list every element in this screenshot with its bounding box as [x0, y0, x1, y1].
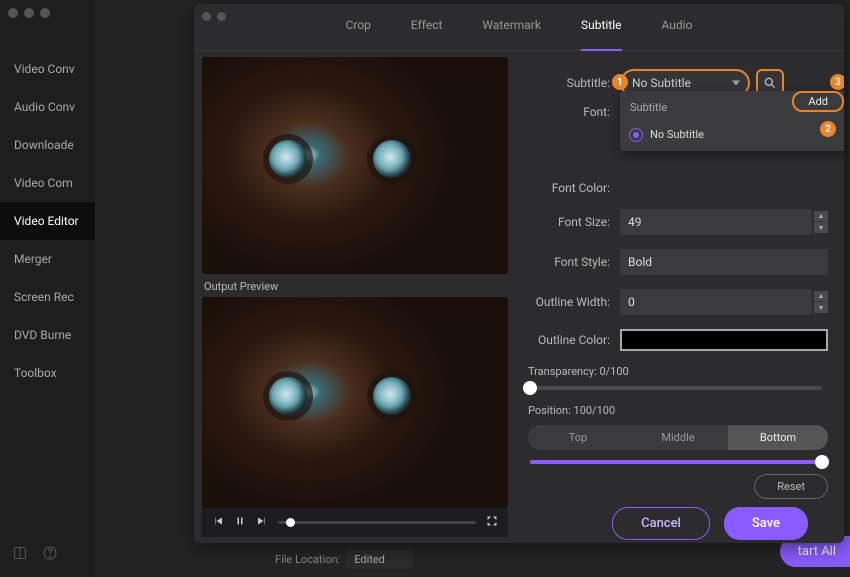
dropdown-option-label: No Subtitle: [650, 128, 704, 141]
add-subtitle-button[interactable]: Add: [792, 91, 844, 112]
file-location-row: File Location: Edited: [275, 550, 413, 569]
dropdown-option-no-subtitle[interactable]: No Subtitle: [620, 122, 844, 147]
preview-column: Output Preview: [194, 51, 508, 543]
sidebar-item-video-com[interactable]: Video Com: [0, 164, 95, 202]
marker-2: 2: [820, 121, 836, 137]
window-traffic-lights[interactable]: [8, 8, 50, 18]
outline-width-input[interactable]: 0: [620, 289, 812, 315]
save-button[interactable]: Save: [724, 507, 808, 540]
help-icon[interactable]: [42, 545, 58, 565]
transparency-slider[interactable]: [530, 386, 822, 390]
sidebar-item-video-editor[interactable]: Video Editor: [0, 202, 95, 240]
position-buttons: Top Middle Bottom: [528, 425, 828, 450]
file-location-value[interactable]: Edited: [346, 550, 413, 569]
tab-effect[interactable]: Effect: [411, 18, 443, 40]
player-controls[interactable]: [202, 508, 508, 537]
font-size-stepper[interactable]: ▲▼: [814, 211, 828, 233]
tab-crop[interactable]: Crop: [346, 18, 371, 40]
pause-icon[interactable]: [234, 515, 246, 530]
file-location-label: File Location:: [275, 553, 340, 566]
position-middle[interactable]: Middle: [628, 425, 728, 450]
modal-traffic-lights[interactable]: [202, 12, 226, 21]
font-size-label: Font Size:: [528, 215, 620, 229]
radio-checked-icon: [630, 129, 642, 141]
font-style-select[interactable]: Bold: [620, 249, 828, 275]
sidebar: Video Conv Audio Conv Downloade Video Co…: [0, 0, 95, 577]
tab-audio[interactable]: Audio: [662, 18, 693, 40]
outline-width-label: Outline Width:: [528, 295, 620, 309]
font-color-label: Font Color:: [528, 181, 620, 195]
editor-tabs: Crop Effect Watermark Subtitle Audio: [194, 4, 844, 51]
cancel-button[interactable]: Cancel: [612, 507, 710, 540]
position-bottom[interactable]: Bottom: [728, 425, 828, 450]
subtitle-label: Subtitle:: [528, 76, 620, 90]
marker-1: 1: [612, 74, 628, 90]
sidebar-item-merger[interactable]: Merger: [0, 240, 95, 278]
source-preview: [202, 57, 508, 274]
sidebar-item-screen-rec[interactable]: Screen Rec: [0, 278, 95, 316]
transparency-label: Transparency: 0/100: [528, 365, 828, 378]
seek-track[interactable]: [278, 521, 476, 524]
next-frame-icon[interactable]: [256, 515, 268, 530]
book-icon[interactable]: [12, 545, 28, 565]
editor-modal: Crop Effect Watermark Subtitle Audio Out…: [194, 4, 844, 543]
font-size-input[interactable]: 49: [620, 209, 812, 235]
subtitle-dropdown[interactable]: Add Subtitle No Subtitle: [620, 91, 844, 151]
main-area: File Location: Edited tart All Crop Effe…: [95, 0, 850, 577]
prev-frame-icon[interactable]: [212, 515, 224, 530]
outline-color-swatch[interactable]: [620, 329, 828, 351]
font-style-label: Font Style:: [528, 255, 620, 269]
marker-3: 3: [830, 74, 844, 90]
outline-width-stepper[interactable]: ▲▼: [814, 291, 828, 313]
fullscreen-icon[interactable]: [486, 515, 498, 530]
subtitle-controls: 1 2 3 Subtitle: No Subtitle Add Subtitle: [508, 51, 844, 543]
sidebar-item-downloader[interactable]: Downloade: [0, 126, 95, 164]
position-slider[interactable]: [530, 460, 822, 464]
output-preview-label: Output Preview: [202, 274, 508, 297]
tab-subtitle[interactable]: Subtitle: [581, 18, 622, 40]
position-top[interactable]: Top: [528, 425, 628, 450]
output-preview: [202, 297, 508, 508]
font-label: Font:: [528, 105, 620, 119]
position-label: Position: 100/100: [528, 404, 828, 417]
tab-watermark[interactable]: Watermark: [482, 18, 541, 40]
sidebar-item-toolbox[interactable]: Toolbox: [0, 354, 95, 392]
outline-color-label: Outline Color:: [528, 333, 620, 347]
sidebar-item-video-conv[interactable]: Video Conv: [0, 50, 95, 88]
sidebar-item-dvd-burner[interactable]: DVD Burne: [0, 316, 95, 354]
modal-footer: Cancel Save: [528, 507, 828, 543]
sidebar-item-audio-conv[interactable]: Audio Conv: [0, 88, 95, 126]
reset-button[interactable]: Reset: [754, 474, 828, 499]
